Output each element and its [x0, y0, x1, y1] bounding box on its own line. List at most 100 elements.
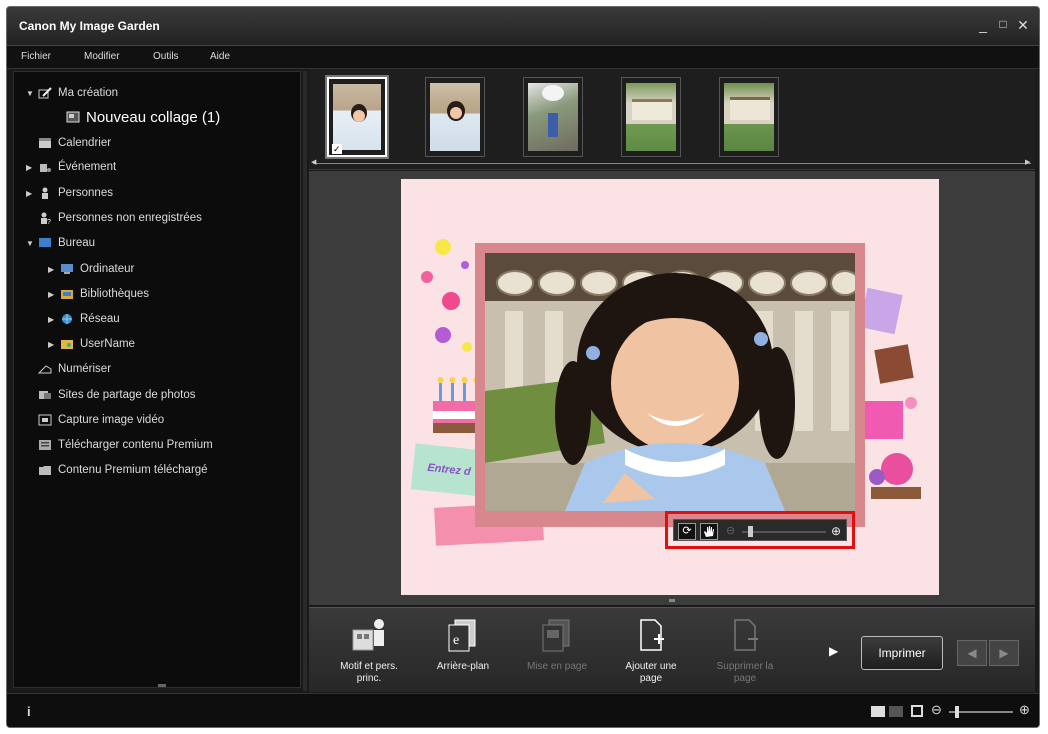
- sidebar-item-telecharger-premium[interactable]: Télécharger contenu Premium: [38, 434, 213, 456]
- thumbnail-scrollbar[interactable]: [313, 163, 1031, 164]
- collapsed-arrow-icon[interactable]: ▶: [48, 290, 60, 299]
- layout-icon: [539, 618, 575, 652]
- minimize-icon[interactable]: _: [975, 17, 991, 33]
- add-page-button[interactable]: Ajouter une page: [615, 618, 687, 692]
- gift-decoration-right: [857, 283, 929, 503]
- scroll-right-icon[interactable]: ▶: [1025, 158, 1030, 166]
- sidebar-item-nouveau-collage[interactable]: Nouveau collage (1): [66, 106, 220, 128]
- background-icon: e: [445, 618, 481, 652]
- multi-view-icon[interactable]: [889, 706, 903, 717]
- collapsed-arrow-icon[interactable]: ▶: [48, 315, 60, 324]
- title-bar: Canon My Image Garden _ □ ✕: [7, 7, 1039, 45]
- menu-aide[interactable]: Aide: [210, 51, 230, 62]
- bottom-toolbar: Motif et pers. princ. e Arrière-plan Mis…: [309, 607, 1035, 692]
- sidebar-item-ma-creation[interactable]: ▼ Ma création: [26, 82, 118, 104]
- photo-zoom-slider-thumb[interactable]: [748, 526, 753, 537]
- download-premium-icon: [38, 439, 52, 451]
- layout-button[interactable]: Mise en page: [521, 618, 593, 692]
- delete-page-button[interactable]: Supprimer la page: [709, 618, 781, 692]
- zoom-out-icon[interactable]: ⊖: [726, 524, 735, 537]
- libraries-icon: [60, 288, 74, 300]
- status-zoom-slider[interactable]: [949, 711, 1013, 713]
- pencil-icon: [38, 87, 52, 99]
- sidebar-item-capture-video[interactable]: Capture image vidéo: [38, 409, 164, 431]
- sidebar-item-personnes[interactable]: ▶ Personnes: [26, 182, 113, 204]
- flower-decoration-left: [417, 235, 481, 363]
- person-icon: [38, 187, 52, 199]
- thumbnail-5[interactable]: [719, 77, 779, 157]
- scan-icon: [38, 363, 52, 375]
- app-title: Canon My Image Garden: [19, 19, 160, 33]
- status-zoom-in-icon[interactable]: ⊕: [1019, 702, 1030, 718]
- menu-modifier[interactable]: Modifier: [84, 51, 120, 62]
- more-tools-icon[interactable]: ▶: [829, 644, 838, 658]
- collapsed-arrow-icon[interactable]: ▶: [48, 265, 60, 274]
- sidebar-item-personnes-non-enregistrees[interactable]: ? Personnes non enregistrées: [38, 207, 202, 229]
- maximize-icon[interactable]: □: [995, 17, 1011, 31]
- sidebar-item-calendrier[interactable]: Calendrier: [38, 132, 111, 154]
- photo-zoom-slider[interactable]: [742, 531, 826, 533]
- status-zoom-out-icon[interactable]: ⊖: [931, 702, 942, 718]
- hand-icon[interactable]: [700, 523, 718, 540]
- menu-bar: Fichier Modifier Outils Aide: [7, 45, 1039, 69]
- child-photo[interactable]: [485, 253, 855, 511]
- thumbnail-4[interactable]: [621, 77, 681, 157]
- expanded-arrow-icon[interactable]: ▼: [26, 239, 38, 248]
- sidebar-item-reseau[interactable]: ▶ Réseau: [48, 308, 120, 330]
- sidebar-item-bureau[interactable]: ▼ Bureau: [26, 232, 95, 254]
- collapsed-arrow-icon[interactable]: ▶: [26, 189, 38, 198]
- sidebar-item-ordinateur[interactable]: ▶ Ordinateur: [48, 258, 134, 280]
- sidebar-item-sites-partage[interactable]: Sites de partage de photos: [38, 384, 195, 406]
- sidebar-resize-handle[interactable]: [158, 684, 166, 687]
- status-zoom-thumb[interactable]: [955, 706, 959, 718]
- edit-area-resize-handle[interactable]: [669, 599, 675, 602]
- video-capture-icon: [38, 414, 52, 426]
- network-icon: [60, 313, 74, 325]
- sidebar: ▼ Ma création Nouveau collage (1) Calend…: [13, 71, 301, 688]
- fit-view-icon[interactable]: [911, 705, 923, 717]
- background-button[interactable]: e Arrière-plan: [427, 618, 499, 692]
- svg-text:?: ?: [47, 219, 51, 224]
- sidebar-item-contenu-premium[interactable]: Contenu Premium téléchargé: [38, 459, 208, 481]
- expanded-arrow-icon[interactable]: ▼: [26, 89, 38, 98]
- close-icon[interactable]: ✕: [1015, 17, 1031, 34]
- app-window: Canon My Image Garden _ □ ✕ Fichier Modi…: [6, 6, 1040, 728]
- thumbnail-1[interactable]: ✓: [327, 77, 387, 157]
- single-view-icon[interactable]: [871, 706, 885, 717]
- text-sticker-label: Entrez d: [427, 462, 471, 478]
- pane-splitter[interactable]: [303, 71, 307, 691]
- collapsed-arrow-icon[interactable]: ▶: [26, 163, 38, 172]
- photo-frame[interactable]: [475, 243, 865, 527]
- photo-image: [485, 253, 855, 511]
- motif-icon: [351, 618, 387, 652]
- computer-icon: [60, 263, 74, 275]
- svg-text:e: e: [453, 633, 459, 648]
- collapsed-arrow-icon[interactable]: ▶: [48, 340, 60, 349]
- edit-area: Entrez d: [309, 171, 1035, 605]
- folder-icon: [38, 464, 52, 476]
- menu-outils[interactable]: Outils: [153, 51, 179, 62]
- sidebar-item-evenement[interactable]: ▶ Événement: [26, 156, 116, 178]
- person-unknown-icon: ?: [38, 212, 52, 224]
- sidebar-item-bibliotheques[interactable]: ▶ Bibliothèques: [48, 283, 149, 305]
- delete-page-icon: [727, 618, 763, 652]
- sidebar-item-username[interactable]: ▶ UserName: [48, 333, 135, 355]
- motif-button[interactable]: Motif et pers. princ.: [333, 618, 405, 692]
- thumbnail-3[interactable]: [523, 77, 583, 157]
- photo-edit-toolbox: ⟳ ⊖ ⊕: [665, 511, 855, 549]
- scroll-left-icon[interactable]: ◀: [311, 158, 316, 166]
- collage-page[interactable]: Entrez d: [401, 179, 939, 595]
- menu-fichier[interactable]: Fichier: [21, 51, 51, 62]
- user-folder-icon: [60, 338, 74, 350]
- sidebar-item-numeriser[interactable]: Numériser: [38, 358, 111, 380]
- info-icon[interactable]: i: [27, 704, 31, 719]
- rotate-icon[interactable]: ⟳: [678, 523, 696, 540]
- thumbnail-2[interactable]: [425, 77, 485, 157]
- prev-page-button[interactable]: ◀: [957, 640, 987, 666]
- next-page-button[interactable]: ▶: [989, 640, 1019, 666]
- zoom-in-icon[interactable]: ⊕: [831, 524, 841, 538]
- desktop-icon: [38, 237, 52, 249]
- print-button[interactable]: Imprimer: [861, 636, 943, 670]
- photo-sharing-icon: [38, 389, 52, 401]
- add-page-icon: [633, 618, 669, 652]
